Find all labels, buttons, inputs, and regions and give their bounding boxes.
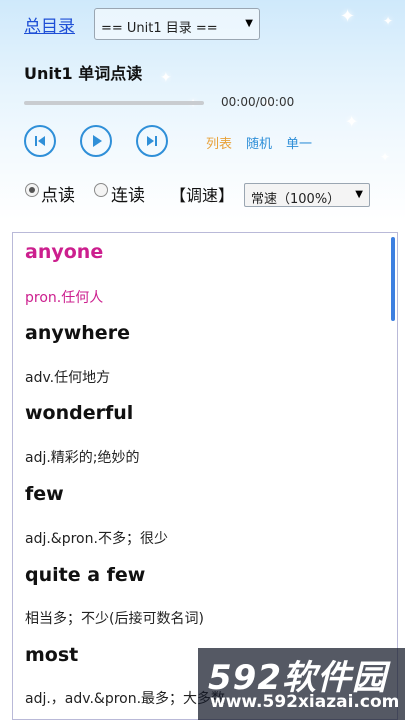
skip-next-icon — [147, 136, 157, 146]
definition-text: adj.&pron.不多；很少 — [25, 531, 168, 547]
time-display: 00:00/00:00 — [221, 95, 295, 109]
definition-text: adv.任何地方 — [25, 370, 111, 386]
word-entry[interactable]: most — [25, 644, 78, 666]
word-text: wonderful — [25, 402, 134, 424]
word-entry[interactable]: few — [25, 483, 64, 505]
watermark: 592软件园 www.592xiazai.com — [198, 648, 405, 720]
read-single-radio[interactable] — [25, 183, 39, 197]
read-continuous-radio[interactable] — [94, 183, 108, 197]
definition-text: adj.，adv.&pron.最多；大多数 — [25, 691, 226, 707]
table-of-contents-link[interactable]: 总目录 — [24, 12, 75, 37]
progress-bar[interactable] — [24, 101, 204, 105]
sparkle-decoration: ✦ — [383, 14, 394, 28]
definition-text: pron.任何人 — [25, 290, 104, 306]
sparkle-decoration: ✦ — [340, 6, 356, 27]
scrollbar[interactable] — [391, 237, 395, 321]
word-entry[interactable]: anyone — [25, 241, 103, 263]
speed-select-value: 常速（100%） — [251, 192, 341, 207]
word-text: quite a few — [25, 564, 146, 586]
sparkle-decoration: ✦ — [380, 150, 391, 164]
definition-entry[interactable]: adj.精彩的;绝妙的 — [25, 447, 140, 467]
dropdown-caret-icon: ▼ — [245, 18, 253, 29]
word-text: few — [25, 483, 64, 505]
word-entry[interactable]: wonderful — [25, 402, 133, 424]
dropdown-caret-icon: ▼ — [355, 189, 363, 200]
definition-entry[interactable]: adv.任何地方 — [25, 367, 110, 387]
watermark-url: www.592xiazai.com — [210, 692, 400, 712]
word-text: anyone — [25, 241, 104, 263]
definition-entry[interactable]: adj.&pron.不多；很少 — [25, 528, 168, 548]
word-entry[interactable]: quite a few — [25, 564, 145, 586]
word-entry[interactable]: anywhere — [25, 322, 130, 344]
skip-previous-icon — [35, 136, 45, 146]
previous-button[interactable] — [24, 125, 56, 157]
play-button[interactable] — [80, 125, 112, 157]
definition-entry[interactable]: pron.任何人 — [25, 287, 103, 307]
mode-single-button[interactable]: 单一 — [286, 133, 312, 152]
definition-text: 相当多；不少(后接可数名词) — [25, 611, 204, 627]
read-continuous-label[interactable]: 连读 — [111, 181, 145, 206]
read-single-label[interactable]: 点读 — [41, 181, 75, 206]
speed-label: 【调速】 — [170, 186, 235, 205]
mode-list-button[interactable]: 列表 — [206, 133, 232, 152]
definition-entry[interactable]: adj.，adv.&pron.最多；大多数 — [25, 688, 225, 708]
play-icon — [93, 135, 102, 147]
definition-entry[interactable]: 相当多；不少(后接可数名词) — [25, 608, 204, 628]
sparkle-decoration: ✦ — [345, 112, 359, 131]
word-text: anywhere — [25, 322, 130, 344]
definition-text: adj.精彩的;绝妙的 — [25, 450, 140, 466]
speed-select-dropdown[interactable]: 常速（100%） ▼ — [244, 183, 370, 207]
word-list[interactable]: anyone pron.任何人 anywhere adv.任何地方 wonder… — [12, 232, 398, 720]
mode-random-button[interactable]: 随机 — [246, 133, 272, 152]
unit-select-dropdown[interactable]: == Unit1 目录 == ▼ — [94, 8, 260, 40]
sparkle-decoration: ✦ — [160, 70, 172, 86]
word-text: most — [25, 644, 79, 666]
next-button[interactable] — [136, 125, 168, 157]
unit-select-value: == Unit1 目录 == — [101, 21, 218, 36]
page-title: Unit1 单词点读 — [24, 64, 143, 83]
